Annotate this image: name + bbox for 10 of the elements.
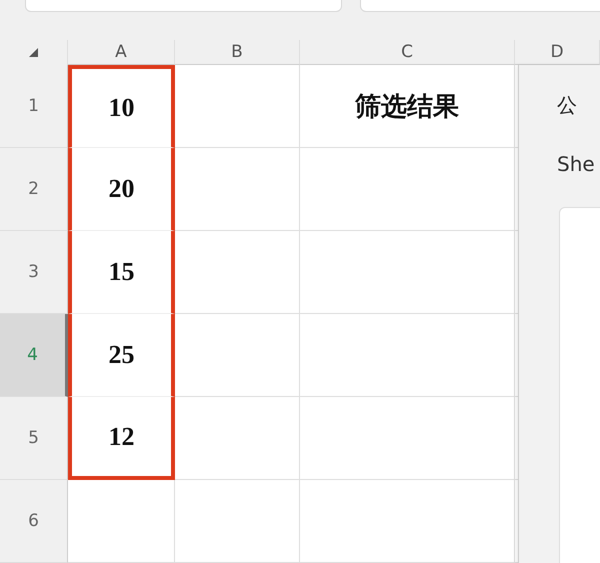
row-header[interactable]: 4 <box>0 314 68 397</box>
sheet-label: She <box>557 152 595 176</box>
table-cell: 20 <box>68 148 175 231</box>
select-all-icon[interactable] <box>29 48 38 57</box>
table-cell: 15 <box>68 231 175 314</box>
table-cell: 12 <box>68 397 175 480</box>
panel-title: 公 <box>557 92 577 119</box>
table-cell: 10 <box>68 65 175 148</box>
table-cell: 筛选结果 <box>300 65 515 148</box>
table-cell: 25 <box>68 314 175 397</box>
